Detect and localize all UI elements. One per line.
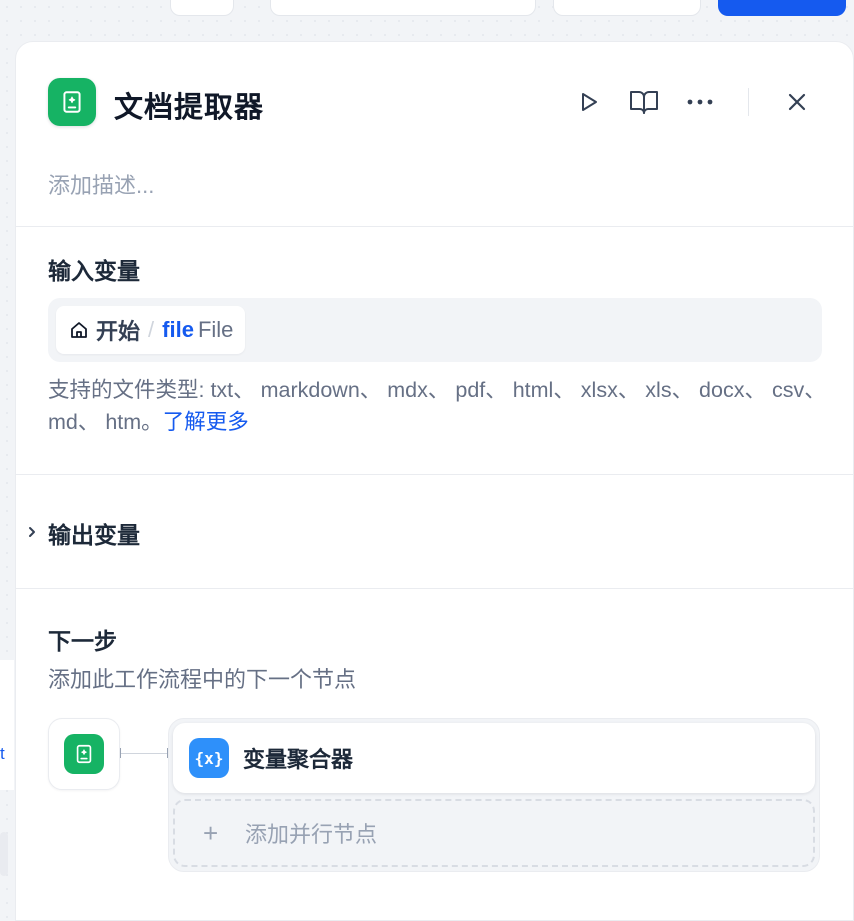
document-extractor-icon [48, 78, 96, 126]
canvas-node-fragment [553, 0, 701, 16]
more-icon [687, 99, 713, 105]
publish-button[interactable] [718, 0, 846, 16]
document-extractor-icon [64, 734, 104, 774]
canvas-fragment-text: t [0, 744, 5, 763]
variable-chip[interactable]: 开始 / file File [56, 306, 246, 354]
node-title[interactable]: 文档提取器 [114, 84, 264, 126]
description-input[interactable]: 添加描述... [48, 168, 154, 200]
run-step-button[interactable] [572, 86, 604, 118]
next-step-title: 下一步 [48, 628, 117, 654]
plus-icon: + [203, 817, 219, 848]
supported-file-types: 支持的文件类型: txt、 markdown、 mdx、 pdf、 html、 … [48, 374, 828, 438]
next-node-item[interactable]: {x} 变量聚合器 [173, 723, 815, 793]
home-icon [71, 322, 87, 338]
variable-separator: / [148, 317, 155, 342]
next-node-list: {x} 变量聚合器 + 添加并行节点 [168, 718, 820, 872]
divider [16, 474, 853, 475]
canvas-node-fragment [270, 0, 536, 16]
book-open-icon [630, 91, 658, 114]
output-toggle[interactable] [24, 512, 40, 552]
add-parallel-label: 添加并行节点 [245, 822, 378, 847]
variable-name: file [162, 317, 194, 342]
add-parallel-node-button[interactable]: + 添加并行节点 [173, 799, 815, 867]
play-icon [582, 93, 597, 111]
canvas-node-fragment: t [0, 660, 14, 790]
close-button[interactable] [781, 86, 813, 118]
close-icon [788, 93, 806, 111]
output-variables-title[interactable]: 输出变量 [48, 516, 140, 550]
connector-end [120, 748, 121, 758]
panel-header: 文档提取器 [48, 78, 821, 126]
input-variables-title: 输入变量 [48, 258, 140, 284]
next-step-subtitle: 添加此工作流程中的下一个节点 [48, 667, 357, 692]
divider [16, 226, 853, 227]
next-node-label: 变量聚合器 [243, 747, 354, 772]
header-divider [748, 88, 749, 116]
learn-more-link[interactable]: 了解更多 [163, 410, 249, 434]
node-config-panel: 文档提取器 添加描述... 输入变量 开始 / file File 支持的文件类… [15, 41, 854, 921]
variable-aggregator-icon: {x} [189, 738, 229, 778]
variable-node-name: 开始 [96, 319, 141, 344]
divider [16, 588, 853, 589]
input-variable-selector[interactable]: 开始 / file File [48, 298, 822, 362]
docs-button[interactable] [628, 86, 660, 118]
current-node-badge [48, 718, 120, 790]
chevron-right-icon [29, 527, 35, 537]
canvas-node-fragment [0, 832, 8, 876]
canvas-node-fragment [170, 0, 234, 16]
more-button[interactable] [684, 86, 716, 118]
variable-type: File [197, 317, 234, 342]
node-connector [120, 753, 168, 754]
